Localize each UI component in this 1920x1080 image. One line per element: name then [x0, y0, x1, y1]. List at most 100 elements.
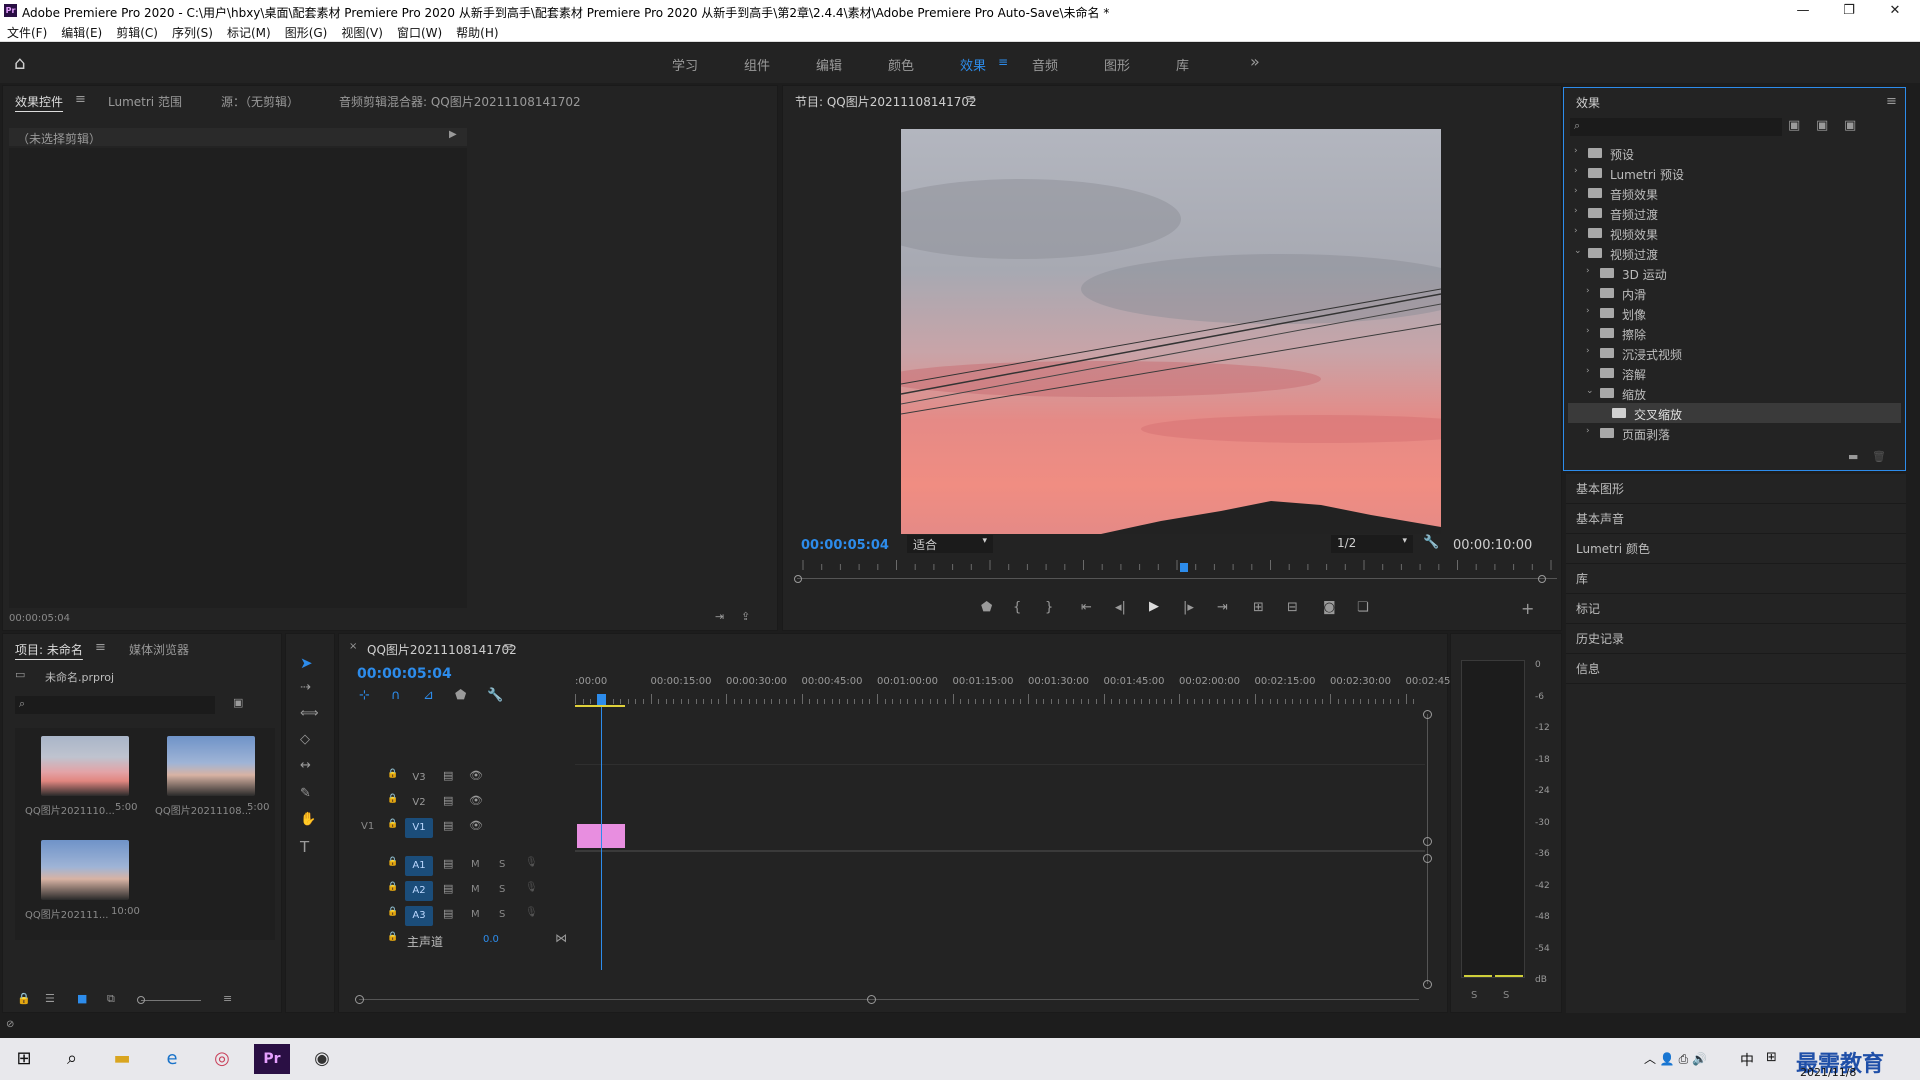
- chevron-right-icon[interactable]: ›: [1574, 186, 1578, 196]
- menu-file[interactable]: 文件(F): [0, 22, 54, 43]
- effects-tree-item[interactable]: › 页面剥落: [1568, 423, 1901, 443]
- program-ruler[interactable]: [797, 558, 1557, 570]
- timeline-playhead-handle[interactable]: [597, 694, 606, 705]
- expand-arrow-icon[interactable]: ▶: [449, 129, 457, 140]
- icon-view-icon[interactable]: ■: [77, 992, 87, 1005]
- effects-tree-item[interactable]: › 音频过渡: [1568, 203, 1901, 223]
- play-icon[interactable]: ▶: [1149, 599, 1159, 614]
- sync-lock-icon[interactable]: ▤: [443, 769, 453, 782]
- program-timecode[interactable]: 00:00:05:04: [801, 538, 889, 553]
- tab-project[interactable]: 项目: 未命名: [15, 641, 83, 658]
- chevron-right-icon[interactable]: ›: [1586, 266, 1590, 276]
- project-menu-icon[interactable]: ≡: [95, 640, 106, 655]
- solo-button[interactable]: S: [499, 909, 505, 920]
- tab-program[interactable]: 节目: QQ图片20211108141702: [795, 93, 977, 110]
- zoom-slider[interactable]: [141, 1000, 201, 1001]
- tray-icons[interactable]: ︿ 👤 ⎙ 🔊: [1644, 1050, 1707, 1067]
- track-target-button[interactable]: A1: [405, 856, 433, 876]
- track-lock-icon[interactable]: 🔒: [387, 857, 398, 867]
- ime-mode-icon[interactable]: ⊞: [1766, 1050, 1777, 1065]
- menu-view[interactable]: 视图(V): [334, 22, 390, 43]
- step-forward-icon[interactable]: |▸: [1183, 600, 1194, 615]
- ripple-edit-tool-icon[interactable]: ⟺: [300, 706, 319, 721]
- home-icon[interactable]: ⌂: [14, 53, 25, 74]
- side-panel-tab[interactable]: 历史记录: [1566, 624, 1906, 654]
- workspace-graphics[interactable]: 图形: [1104, 55, 1130, 74]
- menu-clip[interactable]: 剪辑(C): [109, 22, 165, 43]
- effects-tree-item[interactable]: ⌄ 视频过渡: [1568, 243, 1901, 263]
- camera-icon[interactable]: ◙: [1323, 600, 1336, 615]
- workspace-effects[interactable]: 效果: [960, 55, 986, 74]
- vertical-zoom-track[interactable]: [1427, 714, 1428, 984]
- sync-lock-icon[interactable]: ▤: [443, 907, 453, 920]
- chevron-right-icon[interactable]: ›: [1574, 146, 1578, 156]
- voiceover-icon[interactable]: 🎙: [525, 857, 538, 868]
- search-icon[interactable]: ⌕: [52, 1044, 92, 1074]
- compare-view-icon[interactable]: ❏: [1357, 600, 1369, 615]
- timeline-settings-icon[interactable]: 🔧: [487, 688, 503, 703]
- master-collapse-icon[interactable]: ⋈: [555, 931, 567, 945]
- track-lock-icon[interactable]: 🔒: [387, 932, 398, 942]
- menu-marker[interactable]: 标记(M): [220, 22, 278, 43]
- sequence-menu-icon[interactable]: ≡: [503, 640, 514, 655]
- export-frame-icon[interactable]: ⇥: [715, 610, 724, 623]
- scrub-end-handle[interactable]: [1538, 575, 1546, 583]
- minimize-button[interactable]: —: [1780, 0, 1826, 22]
- vertical-zoom-handle-audio[interactable]: [1423, 854, 1432, 863]
- tab-audio-clip-mixer[interactable]: 音频剪辑混合器: QQ图片20211108141702: [339, 93, 581, 110]
- timeline-ruler[interactable]: :00:00 00:00:15:00 00:00:30:00 00:00:45:00 0…: [575, 676, 1454, 704]
- timeline-playhead-line[interactable]: [601, 707, 602, 970]
- slip-tool-icon[interactable]: ↔: [300, 758, 311, 773]
- side-panel-tab[interactable]: 基本声音: [1566, 504, 1906, 534]
- file-explorer-icon[interactable]: ▬: [102, 1044, 142, 1074]
- sync-lock-icon[interactable]: ▤: [443, 882, 453, 895]
- track-target-button[interactable]: A3: [405, 906, 433, 926]
- lock-icon[interactable]: 🔒: [17, 992, 31, 1005]
- close-tab-icon[interactable]: ×: [349, 641, 357, 652]
- chevron-right-icon[interactable]: ›: [1586, 346, 1590, 356]
- type-tool-icon[interactable]: T: [300, 838, 309, 856]
- media-app-icon[interactable]: ◉: [302, 1044, 342, 1074]
- mark-out-icon[interactable]: }: [1045, 600, 1053, 615]
- vertical-zoom-handle-mid[interactable]: [1423, 837, 1432, 846]
- track-lock-icon[interactable]: 🔒: [387, 819, 398, 829]
- zoom-slider-handle[interactable]: [137, 996, 145, 1004]
- ime-indicator[interactable]: 中: [1740, 1050, 1754, 1070]
- clip-thumbnail[interactable]: [167, 736, 255, 796]
- horizontal-scroll-end[interactable]: [867, 995, 876, 1004]
- app-icon[interactable]: ◎: [202, 1044, 242, 1074]
- effects-tree-item[interactable]: 交叉缩放: [1568, 403, 1901, 423]
- fit-dropdown[interactable]: 适合 ▾: [907, 535, 993, 553]
- workspace-color[interactable]: 颜色: [888, 55, 914, 74]
- sort-icon[interactable]: ≡: [223, 992, 232, 1005]
- effects-tree-item[interactable]: › 擦除: [1568, 323, 1901, 343]
- effects-tree-item[interactable]: › 内滑: [1568, 283, 1901, 303]
- effects-tree-item[interactable]: › 视频效果: [1568, 223, 1901, 243]
- workspace-editing[interactable]: 编辑: [816, 55, 842, 74]
- chevron-right-icon[interactable]: ›: [1574, 166, 1578, 176]
- export-icon[interactable]: ⇪: [741, 610, 750, 623]
- eye-icon[interactable]: 👁: [469, 819, 483, 832]
- go-to-in-icon[interactable]: ⇤: [1081, 600, 1092, 615]
- track-target-button[interactable]: V3: [405, 768, 433, 788]
- track-target-button[interactable]: V1: [405, 818, 433, 838]
- side-panel-tab[interactable]: 标记: [1566, 594, 1906, 624]
- delete-icon[interactable]: 🗑: [1872, 450, 1886, 463]
- effects-tree-item[interactable]: › 划像: [1568, 303, 1901, 323]
- close-button[interactable]: ✕: [1872, 0, 1918, 22]
- timeline-timecode[interactable]: 00:00:05:04: [357, 666, 452, 682]
- effects-tree-item[interactable]: ⌄ 缩放: [1568, 383, 1901, 403]
- resolution-dropdown[interactable]: 1/2 ▾: [1331, 535, 1413, 553]
- effects-tree-item[interactable]: › 3D 运动: [1568, 263, 1901, 283]
- chevron-right-icon[interactable]: ›: [1586, 366, 1590, 376]
- side-panel-tab[interactable]: 信息: [1566, 654, 1906, 684]
- program-scrub-track[interactable]: [797, 578, 1557, 579]
- step-back-icon[interactable]: ◂|: [1115, 600, 1126, 615]
- chevron-right-icon[interactable]: ›: [1586, 306, 1590, 316]
- windows-start-icon[interactable]: ⊞: [4, 1044, 44, 1074]
- source-patch-label[interactable]: V1: [361, 821, 374, 832]
- vertical-zoom-handle-bottom[interactable]: [1423, 980, 1432, 989]
- clip-thumbnail[interactable]: [41, 736, 129, 796]
- workspace-overflow-icon[interactable]: »: [1250, 52, 1260, 71]
- tab-media-browser[interactable]: 媒体浏览器: [129, 641, 189, 658]
